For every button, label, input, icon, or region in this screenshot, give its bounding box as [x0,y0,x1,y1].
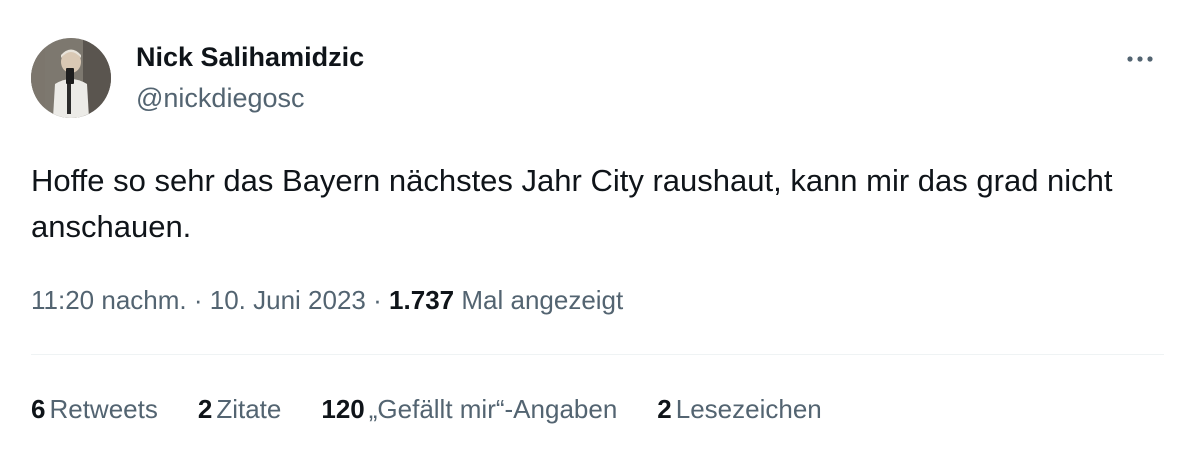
tweet-text: Hoffe so sehr das Bayern nächstes Jahr C… [31,163,1113,244]
views-count: 1.737 [389,285,455,315]
quotes-stat[interactable]: 2 Zitate [198,394,282,425]
avatar-photo-icon [31,38,111,118]
likes-label: „Gefällt mir“-Angaben [368,394,618,424]
tweet-date[interactable]: 10. Juni 2023 [210,285,366,315]
tweet-card: Nick Salihamidzic @nickdiegosc Hoffe so … [0,0,1192,450]
retweets-label: Retweets [49,394,158,424]
engagement-stats: 6 Retweets 2 Zitate 120 „Gefällt mir“-Angab… [31,394,862,425]
views-label: Mal angezeigt [461,285,624,315]
avatar[interactable] [31,38,111,118]
quotes-count: 2 [197,394,213,424]
likes-count: 120 [321,394,365,424]
more-horizontal-icon [1127,56,1153,62]
bookmarks-count: 2 [657,394,672,424]
retweets-stat[interactable]: 6 Retweets [31,394,158,425]
bookmarks-stat[interactable]: 2 Lesezeichen [657,394,821,425]
divider [31,354,1164,355]
bookmarks-label: Lesezeichen [675,394,822,424]
author-handle[interactable]: @nickdiegosc [136,83,305,114]
author-name[interactable]: Nick Salihamidzic [136,42,364,73]
quotes-label: Zitate [216,394,282,424]
retweets-count: 6 [31,394,46,424]
tweet-time[interactable]: 11:20 nachm. [31,285,187,315]
tweet-meta: 11:20 nachm. · 10. Juni 2023 · 1.737 Mal… [31,285,623,316]
meta-separator: · [193,285,203,315]
meta-separator: · [373,285,382,315]
more-options-button[interactable] [1120,44,1160,74]
likes-stat[interactable]: 120 „Gefällt mir“-Angaben [321,394,617,425]
